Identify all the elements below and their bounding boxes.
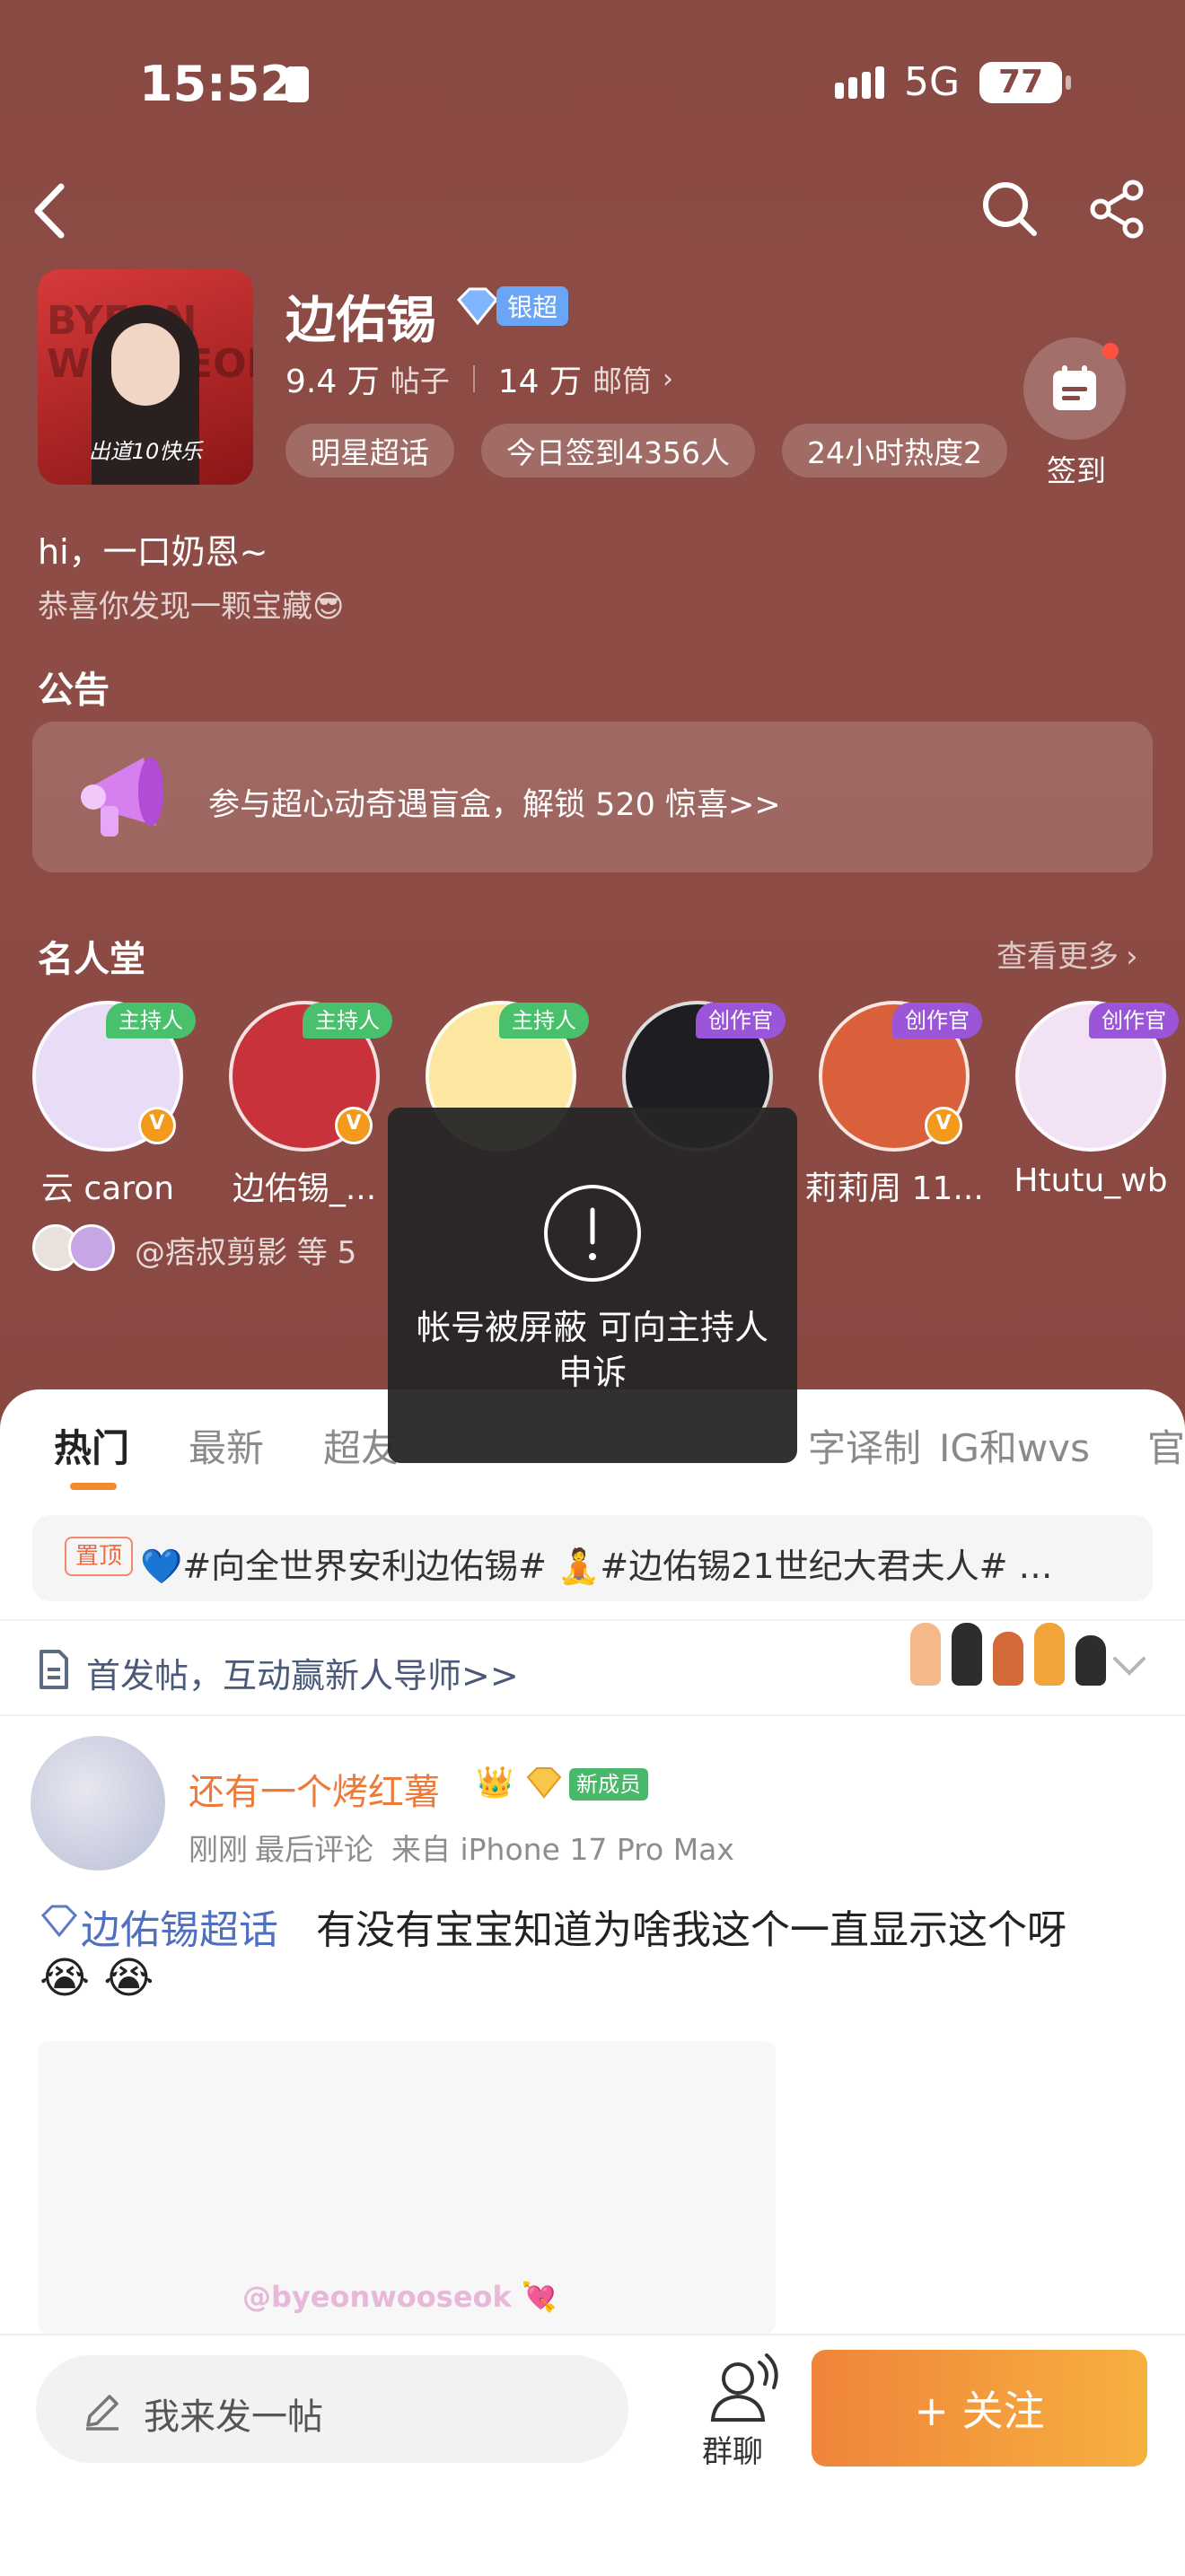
diamond-icon <box>456 287 499 326</box>
compose-placeholder[interactable]: 我来发一帖 <box>144 2388 323 2440</box>
person-card-icon <box>285 66 309 102</box>
tab-latest[interactable]: 最新 <box>189 1418 264 1473</box>
intro-line1: hi，一口奶恩~ <box>38 532 268 572</box>
profile-name: 边佑锡 <box>285 292 436 350</box>
profile-tags: 明星超话 今日签到4356人 24小时热度2 <box>285 424 1014 478</box>
fan-avatar <box>68 1224 115 1271</box>
level-badge: 银超 <box>453 285 569 327</box>
verified-icon: V <box>335 1107 373 1144</box>
document-icon <box>40 1650 68 1689</box>
megaphone-icon <box>81 758 163 837</box>
cat-paws-decoration <box>910 1623 1106 1686</box>
divider <box>0 1714 1185 1716</box>
post-content: 有没有宝宝知道为啥我这个一直显示这个呀 <box>316 1907 1066 1953</box>
notice-title: 公告 <box>38 670 110 711</box>
member-avatar[interactable]: 创作官 V <box>819 1001 982 1152</box>
hall-member[interactable]: 主持人 V 边佑锡_... <box>215 1001 394 1209</box>
status-time: 15:52 <box>139 56 294 112</box>
member-name[interactable]: 边佑锡_... <box>215 1162 394 1209</box>
group-chat-label[interactable]: 群聊 <box>702 2427 763 2471</box>
post-author-avatar[interactable] <box>31 1736 165 1871</box>
post-emojis: 😭 😭 <box>40 1953 154 2003</box>
member-avatar[interactable]: 主持人 V <box>229 1001 392 1152</box>
status-right: 5G 77 <box>835 59 1072 105</box>
tab-indicator <box>70 1483 117 1490</box>
profile-avatar[interactable]: BYEONWOOSEOK 出道10快乐 <box>38 269 253 485</box>
new-member-badge: 新成员 <box>569 1768 648 1801</box>
member-name[interactable]: 莉莉周 11... <box>804 1162 984 1209</box>
role-badge: 主持人 <box>499 1003 589 1038</box>
hall-member[interactable]: 创作官 Htutu_wb <box>1001 1001 1181 1199</box>
tab-translation[interactable]: 字译制 <box>808 1418 921 1473</box>
tag-heat[interactable]: 24小时热度2 <box>781 424 1007 478</box>
chevron-down-icon[interactable] <box>1111 1653 1147 1680</box>
tag-star-topic[interactable]: 明星超话 <box>285 424 454 478</box>
image-watermark: @byeonwooseok 💘 <box>242 2280 557 2314</box>
calendar-icon <box>1053 365 1096 410</box>
chevron-left-icon[interactable] <box>27 180 72 242</box>
follow-label[interactable]: + 关注 <box>914 2379 1044 2438</box>
post-time: 刚刚 <box>189 1832 248 1867</box>
checkin-button[interactable] <box>1023 337 1126 440</box>
hall-member[interactable]: 主持人 V 云 caron <box>18 1001 198 1209</box>
tab-ig-wvs[interactable]: IG和wvs <box>939 1418 1090 1473</box>
signal-icon <box>835 66 884 99</box>
tag-checkin-count[interactable]: 今日签到4356人 <box>481 424 755 478</box>
chevron-right-icon: › <box>662 363 673 395</box>
pinned-tag: 置顶 <box>65 1537 134 1576</box>
followers-count[interactable]: 14 万 <box>498 355 582 402</box>
group-chat-icon[interactable] <box>702 2352 783 2427</box>
post-meta: 刚刚 最后评论 来自 iPhone 17 Pro Max <box>189 1826 734 1869</box>
post-last-comment: 最后评论 <box>255 1832 373 1867</box>
verified-icon: V <box>138 1107 176 1144</box>
follow-button[interactable]: + 关注 <box>812 2350 1147 2466</box>
followers-label[interactable]: 邮筒 <box>592 357 652 400</box>
role-badge: 创作官 <box>696 1003 786 1038</box>
role-badge: 主持人 <box>106 1003 196 1038</box>
hall-member[interactable]: 创作官 V 莉莉周 11... <box>804 1001 984 1209</box>
checkin-label[interactable]: 签到 <box>1047 447 1106 490</box>
pencil-icon <box>86 2395 118 2431</box>
network-label: 5G <box>904 59 961 105</box>
post-source: 来自 iPhone 17 Pro Max <box>391 1832 734 1867</box>
search-icon[interactable] <box>980 180 1040 239</box>
member-name[interactable]: 云 caron <box>18 1162 198 1209</box>
hall-title: 名人堂 <box>38 939 145 980</box>
notice-text[interactable]: 参与超心动奇遇盲盒，解锁 520 惊喜>> <box>208 779 781 825</box>
tab-official[interactable]: 官 <box>1147 1418 1185 1473</box>
tab-hot[interactable]: 热门 <box>54 1418 129 1473</box>
verified-icon: V <box>925 1107 962 1144</box>
error-toast <box>388 1108 797 1463</box>
compose-input[interactable] <box>36 2355 628 2463</box>
red-dot-badge <box>1102 343 1119 359</box>
member-avatar[interactable]: 主持人 V <box>32 1001 196 1152</box>
role-badge: 创作官 <box>1089 1003 1179 1038</box>
posts-label: 帖子 <box>390 364 450 399</box>
crown-icon: 👑 <box>476 1765 514 1801</box>
member-name[interactable]: Htutu_wb <box>1001 1162 1181 1199</box>
pinned-text[interactable]: 💙#向全世界安利边佑锡# 🧘#边佑锡21世纪大君夫人# … <box>140 1538 1128 1588</box>
divider <box>0 1619 1185 1621</box>
post-topic-link[interactable]: 边佑锡超话 <box>81 1897 278 1955</box>
member-avatar[interactable]: 创作官 <box>1015 1001 1179 1152</box>
role-badge: 主持人 <box>303 1003 392 1038</box>
newbie-banner-text[interactable]: 首发帖，互动赢新人导师>> <box>86 1648 519 1697</box>
fans-text[interactable]: @痞叔剪影 等 5 <box>135 1228 356 1272</box>
role-badge: 创作官 <box>892 1003 982 1038</box>
diamond-icon <box>526 1767 562 1799</box>
share-icon[interactable] <box>1088 180 1147 239</box>
battery-icon: 77 <box>979 61 1072 103</box>
fans-avatars <box>32 1224 115 1271</box>
posts-count: 9.4 万 <box>285 364 380 400</box>
avatar-caption: 出道10快乐 <box>88 439 203 464</box>
intro-line2: 恭喜你发现一颗宝藏😎 <box>38 589 345 625</box>
toast-message: 帐号被屏蔽 可向主持人申诉 <box>416 1308 769 1392</box>
post-author-name[interactable]: 还有一个烤红薯 <box>189 1763 440 1815</box>
chevron-right-icon: › <box>1126 939 1138 975</box>
profile-stats: 9.4 万 帖子 14 万 邮筒 › <box>285 355 673 402</box>
exclamation-icon <box>544 1185 641 1282</box>
diamond-icon <box>40 1905 78 1937</box>
hall-more-link[interactable]: 查看更多 › <box>996 932 1138 976</box>
